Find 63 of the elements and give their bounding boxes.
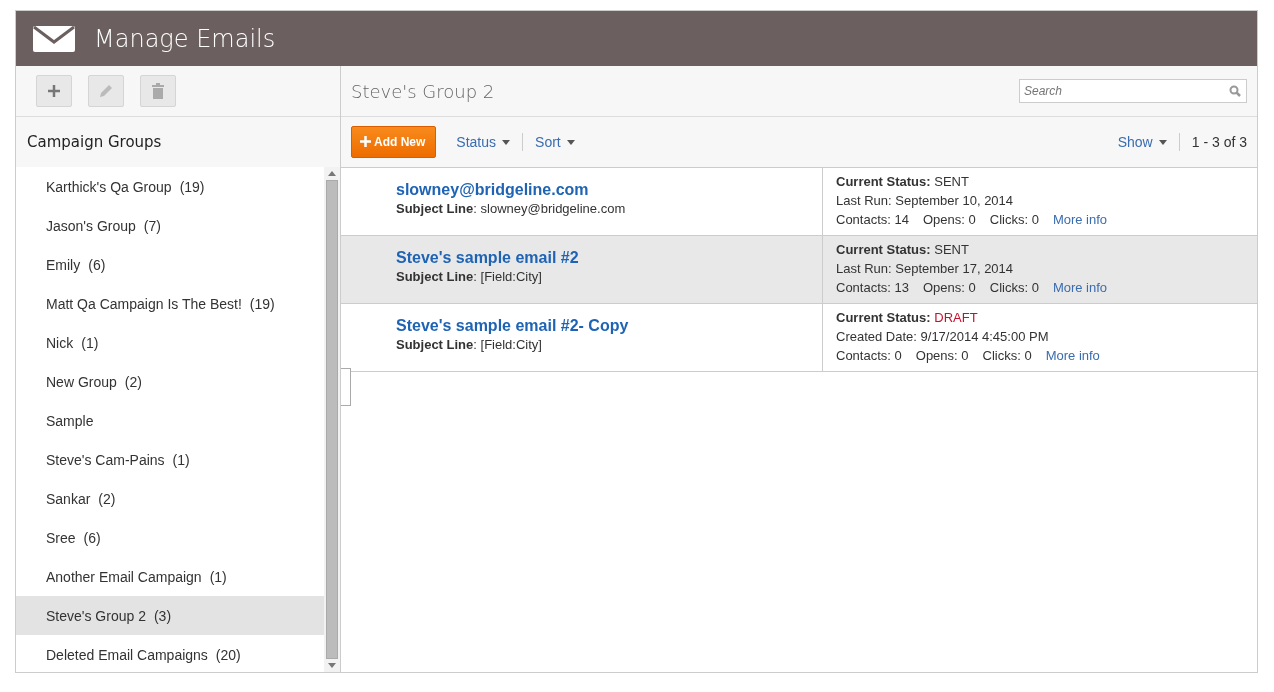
- clicks-count: Clicks: 0: [989, 211, 1039, 227]
- status-label: Current Status:: [836, 173, 931, 189]
- group-item[interactable]: New Group (2): [16, 362, 324, 401]
- section-title: Campaign Groups: [16, 117, 340, 167]
- opens-count: Opens: 0: [923, 279, 976, 295]
- edit-button[interactable]: [88, 75, 124, 107]
- subject-line: Subject Line: [Field:City]: [396, 269, 542, 284]
- email-title-link[interactable]: Steve's sample email #2- Copy: [396, 317, 629, 335]
- status-value: SENT: [934, 173, 969, 189]
- page-range: 1 - 3 of 3: [1191, 134, 1247, 150]
- search-icon: [1229, 85, 1241, 97]
- email-title-link[interactable]: Steve's sample email #2: [396, 249, 579, 267]
- trash-icon: [152, 83, 164, 99]
- date-text: Last Run: September 17, 2014: [836, 260, 1014, 276]
- delete-button[interactable]: [140, 75, 176, 107]
- more-info-link[interactable]: More info: [1052, 211, 1108, 227]
- contacts-count: Contacts: 13: [836, 279, 909, 295]
- subject-line: Subject Line: [Field:City]: [396, 337, 542, 352]
- group-item[interactable]: Nick (1): [16, 323, 324, 362]
- clicks-count: Clicks: 0: [982, 347, 1032, 363]
- scrollbar[interactable]: [324, 167, 340, 672]
- status-label: Current Status:: [836, 241, 931, 257]
- window-title: Manage Emails: [94, 24, 276, 53]
- pencil-icon: [98, 83, 114, 99]
- group-item[interactable]: Sankar (2): [16, 479, 324, 518]
- show-dropdown[interactable]: Show: [1117, 134, 1167, 150]
- group-item[interactable]: Another Email Campaign (1): [16, 557, 324, 596]
- group-item[interactable]: Steve's Cam-Pains (1): [16, 440, 324, 479]
- more-info-link[interactable]: More info: [1045, 347, 1100, 363]
- opens-count: Opens: 0: [915, 347, 969, 363]
- add-button[interactable]: [36, 75, 72, 107]
- sort-dropdown[interactable]: Sort: [535, 134, 575, 150]
- group-item[interactable]: Jason's Group (7): [16, 206, 324, 245]
- more-info-link[interactable]: More info: [1052, 279, 1108, 295]
- contacts-count: Contacts: 0: [836, 347, 902, 363]
- plus-icon: [360, 136, 371, 147]
- status-dropdown[interactable]: Status: [456, 134, 511, 150]
- collapse-handle[interactable]: [341, 368, 351, 406]
- email-row[interactable]: Steve's sample email #2 Subject Line: [Field:City] Current Status: SENT Last Run: September 17, 2014 Contacts: 13 Opens: 0 Clicks: 0 More info: [341, 236, 1257, 304]
- subject-line: Subject Line: slowney@bridgeline.com: [396, 201, 626, 216]
- scroll-up-icon[interactable]: [328, 171, 336, 176]
- status-value: DRAFT: [934, 309, 978, 325]
- scroll-down-icon[interactable]: [328, 663, 336, 668]
- contacts-count: Contacts: 14: [836, 211, 909, 227]
- plus-icon: [47, 84, 61, 98]
- group-item[interactable]: Deleted Email Campaigns (20): [16, 635, 324, 674]
- group-item[interactable]: Karthick's Qa Group (19): [16, 167, 324, 206]
- group-item[interactable]: Emily (6): [16, 245, 324, 284]
- email-title-link[interactable]: slowney@bridgeline.com: [396, 181, 589, 199]
- status-value: SENT: [934, 241, 969, 257]
- opens-count: Opens: 0: [923, 211, 976, 227]
- group-item[interactable]: Sree (6): [16, 518, 324, 557]
- email-row[interactable]: Steve's sample email #2- Copy Subject Line: [Field:City] Current Status: DRAFT Created Date: 9/17/2014 4:45:00 PM Contacts: 0 Opens: 0 Clicks: 0 More info: [341, 304, 1257, 372]
- status-label: Current Status:: [836, 309, 931, 325]
- search-field[interactable]: Search: [1019, 79, 1247, 103]
- clicks-count: Clicks: 0: [989, 279, 1039, 295]
- group-item[interactable]: Steve's Group 2 (3): [16, 596, 324, 635]
- date-text: Created Date: 9/17/2014 4:45:00 PM: [836, 328, 1049, 344]
- group-item[interactable]: Matt Qa Campaign Is The Best! (19): [16, 284, 324, 323]
- date-text: Last Run: September 10, 2014: [836, 192, 1014, 208]
- envelope-icon: [32, 24, 76, 53]
- group-item[interactable]: Sample: [16, 401, 324, 440]
- group-title: Steve's Group 2: [351, 80, 495, 102]
